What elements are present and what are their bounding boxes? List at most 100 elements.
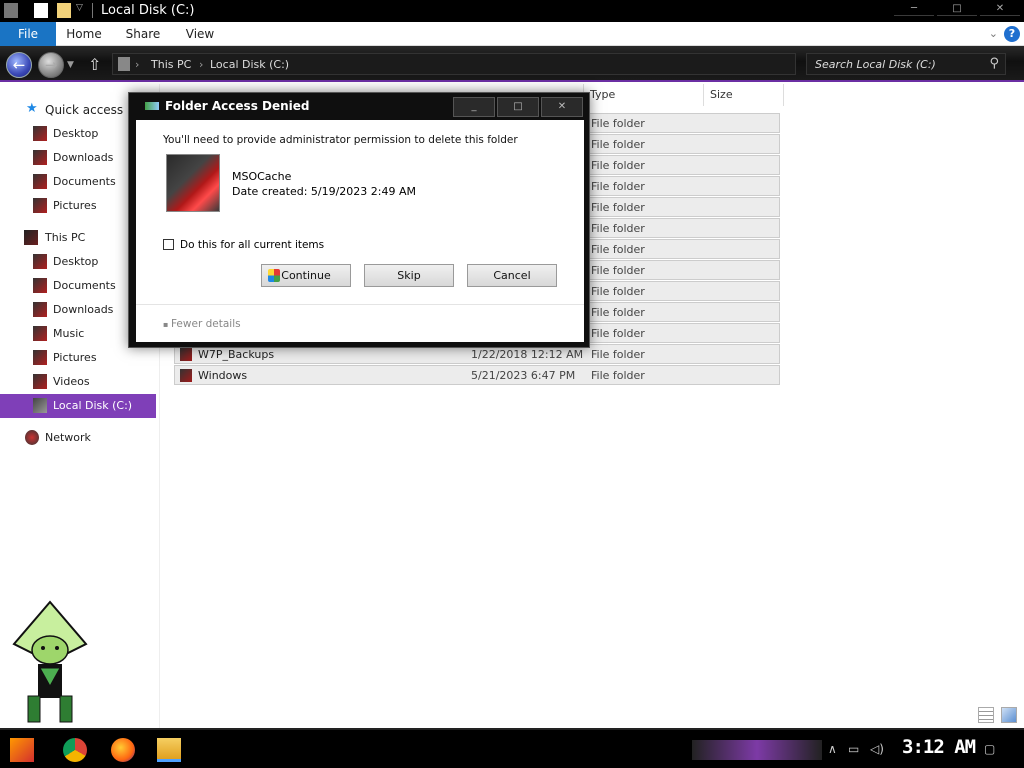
recent-locations-icon[interactable]: ▼	[67, 60, 74, 70]
file-name: W7P_Backups	[198, 348, 275, 361]
sidebar-label: Documents	[53, 175, 116, 188]
up-button[interactable]: ⇧	[88, 55, 101, 74]
clock[interactable]: 3:12 AM	[902, 736, 976, 758]
sidebar-item-network[interactable]: Network	[0, 426, 156, 450]
sidebar-label: Network	[45, 431, 91, 444]
breadcrumb-local-disk[interactable]: Local Disk (C:)	[210, 58, 289, 71]
divider	[92, 3, 93, 18]
sidebar-label: Local Disk (C:)	[53, 399, 133, 412]
search-placeholder: Search Local Disk (C:)	[815, 58, 936, 71]
sidebar-label: Quick access	[45, 103, 124, 117]
column-label: Type	[590, 88, 616, 101]
file-date: 1/22/2018 12:12 AM	[471, 348, 584, 361]
downloads-icon	[33, 150, 47, 165]
continue-button[interactable]: Continue	[261, 264, 351, 287]
taskbar: ∧ ▭ ◁) 3:12 AM ▢	[0, 728, 1024, 768]
column-label: Size	[710, 88, 733, 101]
sidebar-item-local-disk[interactable]: Local Disk (C:)	[0, 394, 156, 418]
breadcrumb-this-pc[interactable]: This PC	[151, 58, 191, 71]
apply-all-checkbox[interactable]	[163, 239, 174, 250]
pictures-icon	[33, 350, 47, 365]
star-icon: ★	[26, 101, 38, 116]
taskbar-decoration	[692, 740, 822, 760]
file-type: File folder	[591, 117, 645, 130]
file-type: File folder	[591, 264, 645, 277]
sidebar-label: Downloads	[53, 151, 114, 164]
breadcrumb-separator: ›	[199, 58, 204, 71]
dialog-minimize-button[interactable]: _	[453, 97, 495, 117]
new-folder-icon[interactable]	[57, 3, 71, 18]
tab-file[interactable]: File	[0, 22, 56, 46]
show-hidden-icons-icon[interactable]: ∧	[828, 742, 837, 756]
skip-button[interactable]: Skip	[364, 264, 454, 287]
title-bar: ▽ Local Disk (C:) ─ □ ✕	[0, 0, 1024, 22]
address-bar[interactable]: › This PC › Local Disk (C:)	[112, 53, 796, 75]
sidebar-label: This PC	[45, 231, 86, 244]
videos-icon	[33, 374, 47, 389]
folder-name: MSOCache	[232, 170, 292, 183]
app-icon[interactable]	[4, 3, 18, 18]
tab-home[interactable]: Home	[62, 22, 106, 46]
file-operation-icon	[145, 102, 159, 110]
file-type: File folder	[591, 201, 645, 214]
table-row[interactable]: Windows 5/21/2023 6:47 PM File folder	[174, 365, 780, 385]
folder-access-denied-dialog: Folder Access Denied _ □ ✕ You'll need t…	[128, 92, 590, 348]
search-icon[interactable]: ⚲	[989, 56, 999, 71]
ribbon: File Home Share View ⌄ ?	[0, 22, 1024, 46]
start-button-icon[interactable]	[10, 738, 34, 762]
tab-view[interactable]: View	[180, 22, 220, 46]
breadcrumb-separator: ›	[135, 58, 140, 71]
network-icon	[25, 430, 39, 445]
dialog-maximize-button[interactable]: □	[497, 97, 539, 117]
file-type: File folder	[591, 369, 645, 382]
dialog-body: You'll need to provide administrator per…	[136, 120, 584, 342]
large-icons-view-icon[interactable]	[1001, 707, 1017, 723]
notifications-icon[interactable]: ▢	[984, 742, 995, 756]
file-date: 5/21/2023 6:47 PM	[471, 369, 576, 382]
file-type: File folder	[591, 243, 645, 256]
file-type: File folder	[591, 222, 645, 235]
folder-date-created: Date created: 5/19/2023 2:49 AM	[232, 185, 417, 198]
file-explorer-icon[interactable]	[157, 738, 181, 762]
firefox-icon[interactable]	[111, 738, 135, 762]
file-type: File folder	[591, 348, 645, 361]
search-input[interactable]: Search Local Disk (C:) ⚲	[806, 53, 1006, 75]
cancel-button[interactable]: Cancel	[467, 264, 557, 287]
dialog-message: You'll need to provide administrator per…	[163, 134, 518, 146]
sidebar-label: Pictures	[53, 199, 97, 212]
file-type: File folder	[591, 138, 645, 151]
folder-thumbnail-icon	[166, 154, 220, 212]
tab-share[interactable]: Share	[120, 22, 166, 46]
properties-icon[interactable]	[34, 3, 48, 18]
sidebar-label: Desktop	[53, 255, 99, 268]
this-pc-icon	[118, 57, 130, 71]
column-header-size[interactable]: Size	[704, 84, 784, 106]
desktop-icon	[33, 126, 47, 141]
fewer-details-link[interactable]: ▪ Fewer details	[163, 318, 241, 330]
folder-icon	[180, 348, 192, 361]
file-type: File folder	[591, 285, 645, 298]
volume-icon[interactable]: ◁)	[870, 742, 884, 756]
chrome-icon[interactable]	[63, 738, 87, 762]
collapse-icon: ▪	[163, 320, 171, 329]
character-sticker-icon	[12, 600, 88, 723]
column-header-type[interactable]: Type	[584, 84, 704, 106]
minimize-button[interactable]: ─	[894, 4, 934, 16]
sidebar-label: Pictures	[53, 351, 97, 364]
sidebar-item-pc-pictures[interactable]: Pictures	[0, 346, 156, 370]
details-view-icon[interactable]	[978, 707, 994, 723]
continue-label: Continue	[281, 269, 331, 282]
shield-icon	[268, 269, 280, 282]
sidebar-item-videos[interactable]: Videos	[0, 370, 156, 394]
forward-button[interactable]: →	[38, 52, 64, 78]
customize-toolbar-icon[interactable]: ▽	[76, 3, 86, 18]
close-button[interactable]: ✕	[980, 4, 1020, 16]
dialog-close-button[interactable]: ✕	[541, 97, 583, 117]
chevron-down-icon[interactable]: ⌄	[989, 27, 998, 40]
help-icon[interactable]: ?	[1004, 26, 1020, 42]
back-button[interactable]: ←	[6, 52, 32, 78]
maximize-button[interactable]: □	[937, 4, 977, 16]
file-name: Windows	[198, 369, 248, 382]
network-icon[interactable]: ▭	[848, 742, 859, 756]
apply-all-label[interactable]: Do this for all current items	[180, 239, 324, 251]
